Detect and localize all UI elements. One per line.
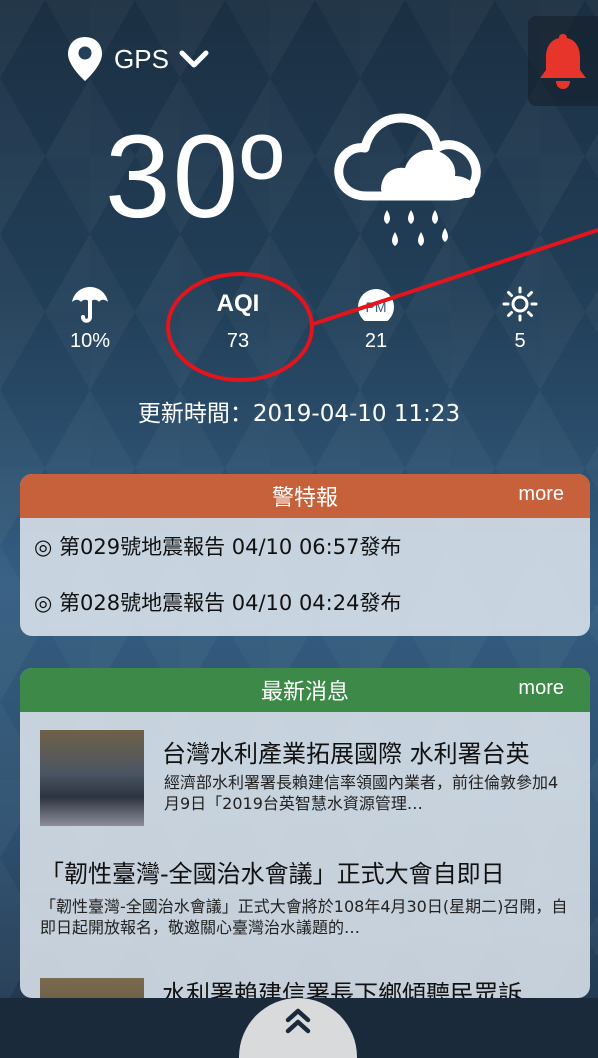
news-header: 最新消息 more xyxy=(20,668,590,712)
news-title: 最新消息 xyxy=(260,680,349,705)
double-chevron-up-icon xyxy=(285,1008,311,1034)
update-time: 更新時間：2019-04-10 11:23 xyxy=(137,401,461,427)
news-item-desc: 「韌性臺灣-全國治水會議」正式大會將於108年4月30日(星期二)召開，自即日起… xyxy=(40,897,568,937)
alert-item[interactable]: ◎ 第028號地震報告 04/10 04:24發布 xyxy=(20,574,590,630)
pm-value: 21 xyxy=(364,330,388,352)
alert-header: 警特報 more xyxy=(20,474,590,518)
notification-button[interactable] xyxy=(528,16,598,106)
news-item[interactable]: 「韌性臺灣-全國治水會議」正式大會自即日 「韌性臺灣-全國治水會議」正式大會將於… xyxy=(20,844,590,954)
rain-probability: 10% xyxy=(45,282,135,353)
sun-icon xyxy=(502,286,538,322)
alert-item[interactable]: ◎ 第029號地震報告 04/10 06:57發布 xyxy=(20,518,590,574)
alert-title: 警特報 xyxy=(271,486,338,511)
chevron-down-icon xyxy=(179,50,209,68)
alert-panel: 警特報 more ◎ 第029號地震報告 04/10 06:57發布 ◎ 第02… xyxy=(20,474,590,636)
uv-index: 5 xyxy=(475,282,565,353)
pm-icon-text: PM xyxy=(366,299,387,315)
aqi-highlight-circle xyxy=(166,272,314,382)
current-temperature: 30º xyxy=(105,111,286,243)
news-more-link[interactable]: more xyxy=(518,677,564,700)
location-pin-icon xyxy=(68,37,102,81)
news-item-title: 台灣水利產業拓展國際 水利署台英 xyxy=(162,740,530,768)
location-label: GPS xyxy=(114,43,169,74)
news-panel: 最新消息 more 台灣水利產業拓展國際 水利署台英 經濟部水利署署長賴建信率領… xyxy=(20,668,590,998)
pm-icon: PM xyxy=(358,289,394,321)
pm-stat: PM 21 xyxy=(331,282,421,353)
news-item[interactable]: 台灣水利產業拓展國際 水利署台英 經濟部水利署署長賴建信率領國內業者，前往倫敦參… xyxy=(20,720,590,830)
news-thumbnail xyxy=(40,730,144,826)
rain-probability-value: 10% xyxy=(69,330,111,352)
news-item-title: 水利署賴建信署長下鄉傾聽民眾訴 xyxy=(162,980,522,998)
umbrella-icon xyxy=(72,287,108,323)
news-item-title: 「韌性臺灣-全國治水會議」正式大會自即日 xyxy=(40,860,505,888)
location-selector[interactable]: GPS xyxy=(66,36,209,82)
news-item[interactable]: 水利署賴建信署長下鄉傾聽民眾訴 xyxy=(20,968,590,998)
alert-more-link[interactable]: more xyxy=(518,483,564,506)
news-thumbnail xyxy=(40,978,144,998)
news-item-desc: 經濟部水利署署長賴建信率領國內業者，前往倫敦參加4月9日「2019台英智慧水資源… xyxy=(164,773,559,813)
bell-icon xyxy=(540,34,586,89)
uv-value: 5 xyxy=(514,330,526,352)
rain-cloud-icon xyxy=(334,113,481,246)
